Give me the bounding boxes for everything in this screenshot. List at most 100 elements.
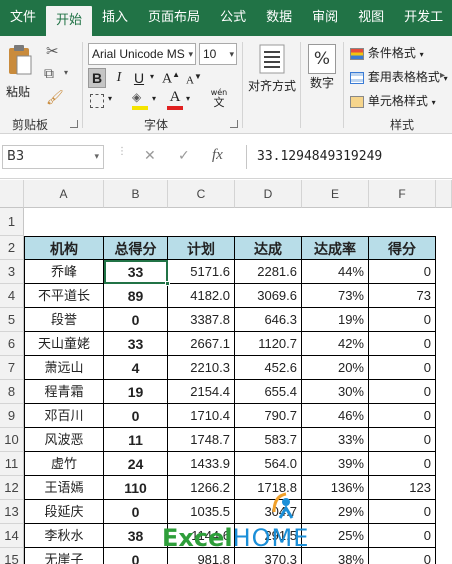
font-color-dropdown-icon[interactable]: ▾ [186, 94, 190, 103]
table-cell[interactable]: 天山童姥 [24, 332, 104, 356]
font-color-icon[interactable]: A [166, 88, 184, 110]
worksheet-grid[interactable]: A B C D E F 1 2 3 4 5 6 7 8 9 10 11 12 13 14 15 机构 总得分 计划 达成 达成率得… [0, 180, 452, 564]
paste-button[interactable]: 粘贴 [6, 44, 36, 106]
fill-color-icon[interactable]: ◈ [132, 90, 150, 110]
fill-handle[interactable] [165, 281, 170, 286]
formula-input[interactable]: 33.1294849319249 [246, 145, 452, 169]
ribbon-tab-5[interactable]: 公式 [210, 0, 256, 36]
cancel-icon[interactable]: ✕ [144, 148, 156, 164]
table-cell[interactable]: 0 [104, 308, 168, 332]
ribbon-tab-4[interactable]: 页面布局 [138, 0, 210, 36]
table-cell[interactable]: 乔峰 [24, 260, 104, 284]
ribbon-tab-8[interactable]: 视图 [348, 0, 394, 36]
table-cell[interactable]: 1748.7 [168, 428, 235, 452]
table-cell[interactable]: 0 [369, 548, 436, 564]
border-icon[interactable] [90, 94, 104, 108]
ribbon-tab-9[interactable]: 开发工 [394, 0, 452, 36]
format-as-table-button[interactable]: 套用表格格式 ▾ [350, 68, 448, 85]
table-cell[interactable]: 1710.4 [168, 404, 235, 428]
table-cell[interactable]: 73% [302, 284, 369, 308]
table-cell[interactable]: 38 [104, 524, 168, 548]
table-cell[interactable]: 不平道长 [24, 284, 104, 308]
table-cell[interactable]: 1120.7 [235, 332, 302, 356]
table-cell[interactable]: 2281.6 [235, 260, 302, 284]
table-cell[interactable]: 3387.8 [168, 308, 235, 332]
table-cell[interactable]: 2154.4 [168, 380, 235, 404]
row-header-13[interactable]: 13 [0, 500, 24, 524]
selected-cell-b3[interactable]: 33 [104, 260, 168, 284]
formula-bar-grip-icon[interactable]: ⋮ [117, 147, 127, 157]
table-cell[interactable]: 33% [302, 428, 369, 452]
table-header-cell[interactable]: 计划 [168, 236, 235, 260]
table-cell[interactable]: 110 [104, 476, 168, 500]
font-launcher-icon[interactable] [230, 120, 238, 128]
phonetic-icon[interactable]: wén 文 [206, 88, 232, 108]
table-cell[interactable]: 25% [302, 524, 369, 548]
clipboard-launcher-icon[interactable] [70, 120, 78, 128]
copy-icon[interactable]: ⧉ [44, 66, 54, 82]
column-header-b[interactable]: B [104, 180, 168, 208]
format-painter-icon[interactable]: 🖌 [46, 90, 64, 106]
table-cell[interactable]: 0 [369, 500, 436, 524]
border-dropdown-icon[interactable]: ▾ [108, 94, 112, 103]
table-cell[interactable]: 11 [104, 428, 168, 452]
table-cell[interactable]: 24 [104, 452, 168, 476]
table-cell[interactable]: 虚竹 [24, 452, 104, 476]
row-header-12[interactable]: 12 [0, 476, 24, 500]
table-cell[interactable]: 0 [369, 380, 436, 404]
copy-dropdown-icon[interactable]: ▾ [64, 68, 68, 77]
row-header-7[interactable]: 7 [0, 356, 24, 380]
table-cell[interactable]: 风波恶 [24, 428, 104, 452]
bold-button[interactable]: B [88, 68, 106, 88]
table-cell[interactable]: 790.7 [235, 404, 302, 428]
row-header-3[interactable]: 3 [0, 260, 24, 284]
table-cell[interactable]: 0 [369, 452, 436, 476]
row-header-15[interactable]: 15 [0, 548, 24, 564]
number-button[interactable]: % 数字 [304, 44, 340, 91]
table-cell[interactable]: 程青霜 [24, 380, 104, 404]
row-header-5[interactable]: 5 [0, 308, 24, 332]
ribbon-tab-1[interactable]: 文件 [0, 0, 46, 36]
font-name-dropdown[interactable]: Arial Unicode MS ▾ [88, 43, 196, 65]
table-cell[interactable]: 564.0 [235, 452, 302, 476]
table-cell[interactable]: 4182.0 [168, 284, 235, 308]
table-cell[interactable]: 4 [104, 356, 168, 380]
column-header-overflow[interactable] [436, 180, 452, 208]
table-cell[interactable]: 0 [369, 524, 436, 548]
underline-button[interactable]: U [130, 68, 148, 88]
table-cell[interactable]: 89 [104, 284, 168, 308]
table-cell[interactable]: 0 [369, 308, 436, 332]
table-cell[interactable]: 萧远山 [24, 356, 104, 380]
table-header-cell[interactable]: 得分 [369, 236, 436, 260]
table-cell[interactable]: 0 [369, 428, 436, 452]
table-cell[interactable]: 段延庆 [24, 500, 104, 524]
table-cell[interactable]: 王语嫣 [24, 476, 104, 500]
decrease-font-icon[interactable]: A▼ [186, 72, 202, 87]
select-all-corner[interactable] [0, 180, 24, 208]
enter-icon[interactable]: ✓ [178, 148, 190, 164]
ribbon-tab-3[interactable]: 插入 [92, 0, 138, 36]
table-cell[interactable]: 30% [302, 380, 369, 404]
cut-icon[interactable]: ✂ [46, 42, 59, 60]
table-cell[interactable]: 1433.9 [168, 452, 235, 476]
column-header-a[interactable]: A [24, 180, 104, 208]
row-header-14[interactable]: 14 [0, 524, 24, 548]
table-cell[interactable]: 123 [369, 476, 436, 500]
table-cell[interactable]: 无崖子 [24, 548, 104, 564]
row-header-9[interactable]: 9 [0, 404, 24, 428]
table-cell[interactable]: 3069.6 [235, 284, 302, 308]
table-cell[interactable]: 0 [369, 404, 436, 428]
table-cell[interactable]: 0 [369, 332, 436, 356]
row-header-4[interactable]: 4 [0, 284, 24, 308]
alignment-button[interactable]: 对齐方式 [246, 44, 298, 94]
conditional-format-button[interactable]: 条件格式 ▾ [350, 44, 424, 61]
table-cell[interactable]: 19% [302, 308, 369, 332]
row-header-2[interactable]: 2 [0, 236, 24, 260]
table-cell[interactable]: 583.7 [235, 428, 302, 452]
row-header-1[interactable]: 1 [0, 208, 24, 236]
table-cell[interactable]: 李秋水 [24, 524, 104, 548]
collapse-ribbon-icon[interactable]: ▸ [440, 70, 445, 81]
ribbon-tab-7[interactable]: 审阅 [302, 0, 348, 36]
table-cell[interactable]: 42% [302, 332, 369, 356]
table-cell[interactable]: 0 [369, 356, 436, 380]
